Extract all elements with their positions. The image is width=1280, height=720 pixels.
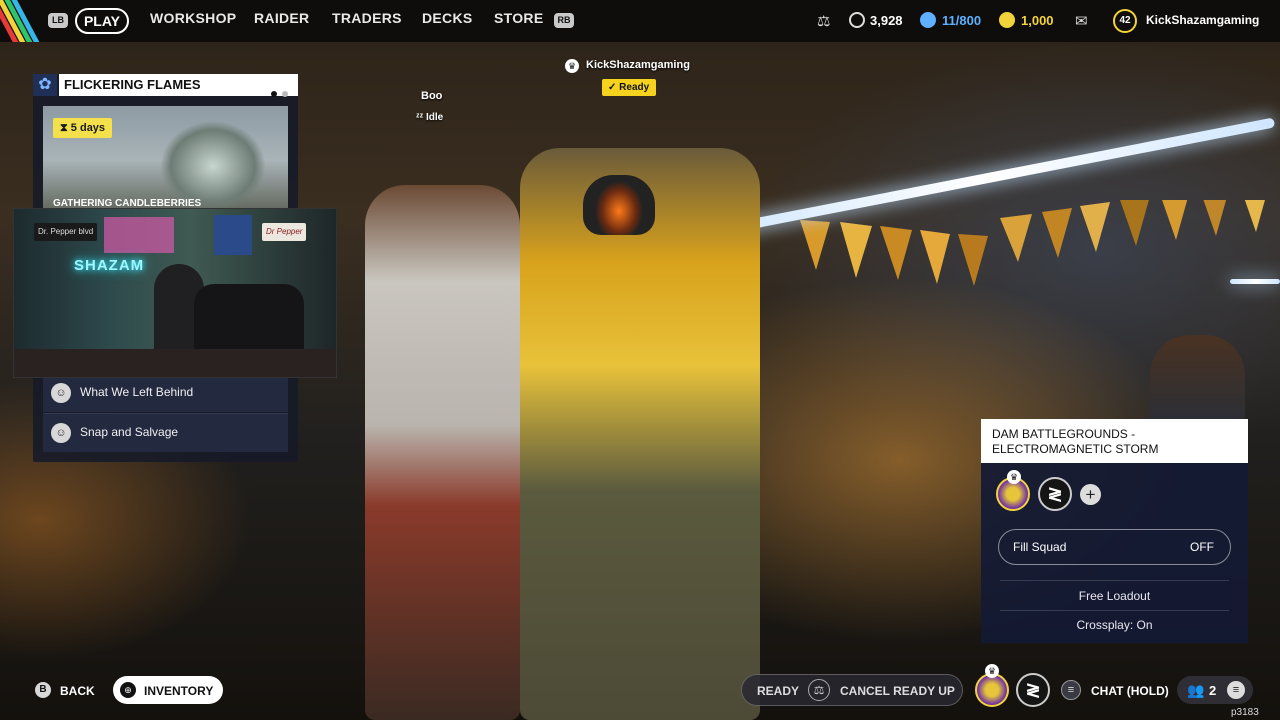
tab-store[interactable]: STORE [494,10,543,26]
leader-name: KickShazamgaming [586,59,690,71]
neon-tube-light-right [1230,279,1280,284]
back-button[interactable]: BACK [60,684,95,698]
fill-squad-label: Fill Squad [1013,540,1067,554]
loadout-row[interactable]: Free Loadout [1000,589,1229,603]
ready-bar[interactable]: READY ⚖ CANCEL READY UP [741,674,963,706]
top-navigation-bar: LB PLAY WORKSHOP RAIDER TRADERS DECKS ST… [0,0,1280,42]
event-timer: ⧗ 5 days [53,118,113,138]
quest-label: Snap and Salvage [80,425,179,439]
raider-character-left [365,185,520,720]
fill-squad-value: OFF [1190,540,1214,554]
inventory-label: INVENTORY [144,684,214,698]
credits-icon [849,12,865,28]
people-icon: 👥 [1187,682,1205,698]
hourglass-icon: ⧗ [60,122,68,134]
add-squad-member-button[interactable]: + [1080,484,1101,505]
trader-npc [1150,335,1245,425]
crown-icon: ♛ [565,59,579,73]
desk [14,349,336,377]
rb-bumper-icon[interactable]: RB [554,13,574,28]
event-title: FLICKERING FLAMES [64,77,201,92]
self-avatar[interactable] [975,673,1009,707]
friend-status-text: Idle [426,112,444,123]
quest-avatar-icon: ☺ [51,423,71,443]
gear-icon: ✿ [33,74,57,96]
event-title-bar[interactable]: FLICKERING FLAMES [59,74,298,97]
divider [1000,580,1229,581]
controller-button-icon: ⚖ [808,679,830,701]
webcam-poster [214,215,252,255]
ready-status-text: Ready [619,82,650,93]
raider-visor [583,175,655,235]
fill-squad-toggle[interactable]: Fill Squad OFF [998,529,1231,565]
teammate-avatar[interactable]: ≷ [1016,673,1050,707]
quest-label: What We Left Behind [80,385,194,399]
coins-icon [999,12,1015,28]
quest-item[interactable]: ☺ Snap and Salvage [43,413,288,452]
tab-raider[interactable]: RAIDER [254,10,309,26]
credits-value: 3,928 [870,13,903,28]
page-dots [266,82,288,104]
streamer-webcam-overlay: Dr. Pepper blvd Dr Pepper SHAZAM [13,208,337,378]
friend-status: ᶻᶻ Idle [416,112,443,123]
coins-value: 1,000 [1021,13,1054,28]
player-level-badge: 42 [1113,9,1137,33]
chat-button[interactable]: CHAT (HOLD) [1091,684,1169,698]
idle-icon: ᶻᶻ [416,112,427,123]
inventory-icon: ⊕ [120,682,136,698]
webcam-poster [104,217,174,253]
webcam-sign: Dr. Pepper blvd [34,223,98,241]
tab-workshop[interactable]: WORKSHOP [150,10,236,26]
party-button[interactable]: 👥 2 ≡ [1177,676,1253,704]
mail-icon[interactable]: ✉ [1075,12,1088,30]
storage-icon [920,12,936,28]
quest-avatar-icon: ☺ [51,383,71,403]
tab-traders[interactable]: TRADERS [332,10,402,26]
divider [1000,610,1229,611]
crown-icon: ♛ [1007,470,1021,484]
map-title-line2: ELECTROMAGNETIC STORM [992,442,1159,456]
map-title-line1: DAM BATTLEGROUNDS - [992,427,1136,441]
neon-sign: SHAZAM [74,257,145,274]
squad-member-avatar[interactable]: ≷ [1038,477,1072,511]
map-title[interactable]: DAM BATTLEGROUNDS - ELECTROMAGNETIC STOR… [981,419,1248,463]
crossplay-row[interactable]: Crossplay: On [1000,618,1229,632]
quests-icon[interactable]: ⚖ [817,12,830,30]
cancel-ready-up-button[interactable]: CANCEL READY UP [840,684,955,698]
ready-status-badge: ✓ Ready [602,79,657,96]
tab-play[interactable]: PLAY [75,8,129,34]
brand-stripes [0,0,48,42]
timer-label: 5 days [70,122,106,134]
build-version: p3183 [1231,707,1259,718]
event-image[interactable]: ⧗ 5 days GATHERING CANDLEBERRIES [43,106,288,214]
b-button-icon: B [35,682,51,698]
menu-icon: ≡ [1227,681,1245,699]
lb-bumper-icon[interactable]: LB [48,13,68,28]
crown-icon: ♛ [985,664,999,678]
check-icon: ✓ [608,82,620,93]
inventory-button[interactable]: ⊕ INVENTORY [113,676,223,704]
webcam-sign: Dr Pepper [262,223,307,241]
username[interactable]: KickShazamgaming [1146,13,1259,27]
party-count: 2 [1209,683,1217,698]
chat-icon: ≡ [1061,680,1081,700]
friend-name: Boo [421,90,443,102]
tab-decks[interactable]: DECKS [422,10,473,26]
quest-item[interactable]: ☺ What We Left Behind [43,373,288,412]
ready-label: READY [757,684,800,698]
bunting-flags [800,200,1265,286]
storage-value: 11/800 [942,13,982,28]
